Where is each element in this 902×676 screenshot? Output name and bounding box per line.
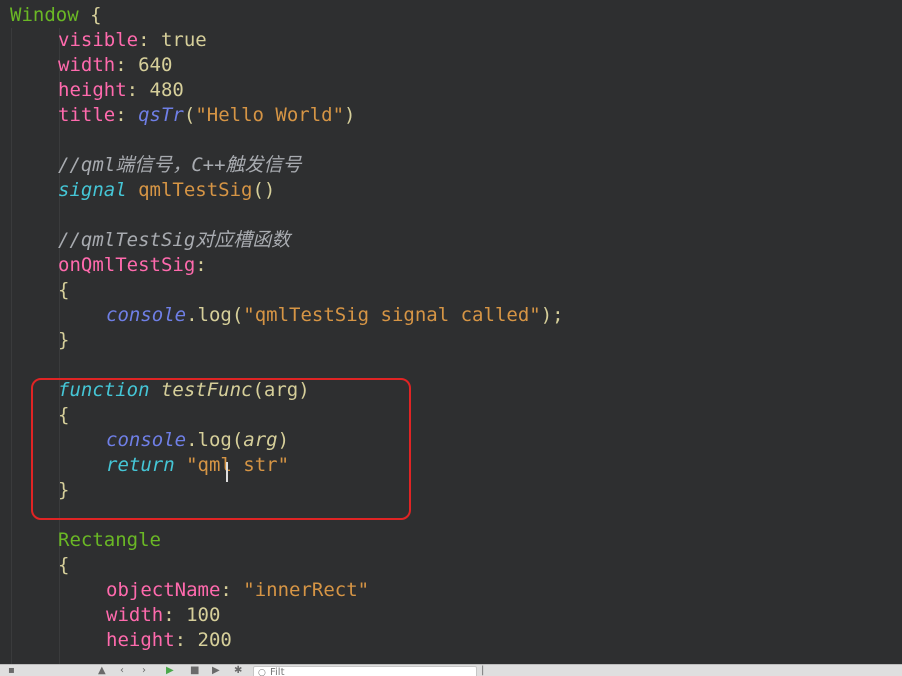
code-token: : 640 (115, 54, 173, 76)
code-token: : 200 (174, 629, 232, 651)
code-token: () (252, 179, 276, 201)
code-line[interactable]: height: 200 (106, 628, 232, 653)
code-line[interactable]: console.log("qmlTestSig signal called"); (106, 303, 564, 328)
code-token: { (58, 279, 70, 301)
code-token: { (78, 4, 102, 26)
code-token: //qml端信号，C++触发信号 (58, 154, 302, 176)
code-token: console (106, 304, 187, 326)
code-area[interactable]: Window {visible: true width: 640 height: 4… (0, 3, 902, 664)
code-token: ( (183, 104, 196, 126)
code-token: Window (10, 4, 79, 26)
code-line[interactable]: //qml端信号，C++触发信号 (58, 153, 302, 178)
code-line[interactable]: signal qmlTestSig() (58, 178, 275, 203)
text-cursor (226, 462, 228, 482)
code-token: : 480 (126, 79, 184, 101)
code-token: ) (344, 104, 356, 126)
code-token: ); (540, 304, 564, 326)
code-token: //qmlTestSig对应槽函数 (58, 229, 291, 251)
code-token: qmlTestSig (126, 179, 253, 201)
code-line[interactable]: Window { (10, 3, 102, 28)
code-line[interactable]: height: 480 (58, 78, 184, 103)
code-line[interactable]: { (58, 553, 69, 578)
code-line[interactable]: } (58, 328, 69, 353)
code-line[interactable]: onQmlTestSig: (58, 253, 207, 278)
code-line[interactable]: width: 100 (106, 603, 220, 628)
code-token: "qmlTestSig signal called" (243, 304, 541, 326)
code-line[interactable]: Rectangle (58, 528, 161, 553)
code-token: width (58, 54, 116, 76)
code-token: { (58, 554, 70, 576)
code-token: "innerRect" (243, 579, 370, 601)
highlight-annotation (31, 378, 411, 520)
code-token: : (220, 579, 244, 601)
code-editor[interactable]: Window {visible: true width: 640 height: 4… (0, 0, 902, 664)
code-token: objectName (106, 579, 221, 601)
code-line[interactable]: visible: true (58, 28, 207, 53)
code-token: height (106, 629, 175, 651)
code-token: .log( (186, 304, 244, 326)
code-token: : 100 (163, 604, 221, 626)
code-line[interactable]: objectName: "innerRect" (106, 578, 369, 603)
code-token: onQmlTestSig (58, 254, 196, 276)
code-token: : true (138, 29, 207, 51)
code-token: width (106, 604, 164, 626)
code-token: Rectangle (58, 529, 161, 551)
code-token: : (115, 104, 139, 126)
code-token: : (195, 254, 207, 276)
code-line[interactable]: { (58, 278, 69, 303)
code-token: signal (58, 179, 127, 201)
code-token: height (58, 79, 127, 101)
code-token: "Hello World" (195, 104, 345, 126)
code-token: } (58, 329, 70, 351)
code-token: visible (58, 29, 139, 51)
bottom-toolbar: ▪ ▲ ‹ › ▶ ■ ▶ ✱ ○ Filt | (0, 664, 902, 676)
code-line[interactable]: title: qsTr("Hello World") (58, 103, 355, 128)
code-line[interactable]: //qmlTestSig对应槽函数 (58, 228, 290, 253)
code-token: qsTr (138, 104, 184, 126)
code-token: title (58, 104, 116, 126)
code-line[interactable]: width: 640 (58, 53, 172, 78)
